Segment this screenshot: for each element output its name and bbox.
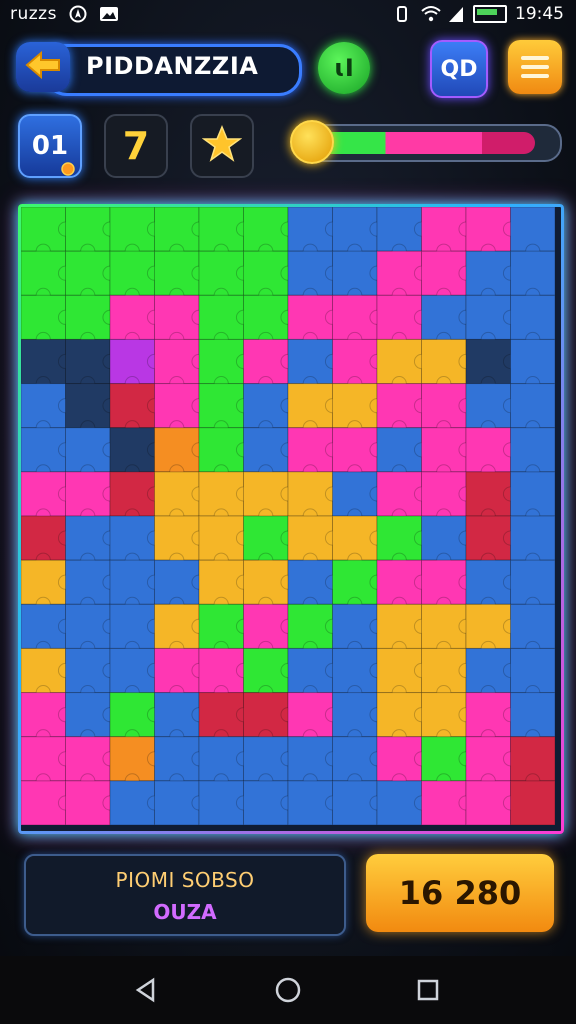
battery-icon xyxy=(473,5,507,23)
menu-icon-bar xyxy=(521,65,549,69)
signal-icon xyxy=(447,5,465,23)
vibrate-icon xyxy=(395,5,413,23)
menu-icon-bar xyxy=(521,74,549,78)
star-icon xyxy=(201,125,243,167)
puzzle-piece-icon xyxy=(60,154,76,184)
board-gloss xyxy=(21,207,555,825)
status-time: 19:45 xyxy=(515,4,564,24)
star-button[interactable] xyxy=(190,114,254,178)
moves-counter: 7 xyxy=(104,114,168,178)
moves-value: 7 xyxy=(122,124,150,168)
circle-home-icon xyxy=(275,977,301,1003)
info-line-1: PIOMI SOBSO xyxy=(115,868,255,892)
coin-icon xyxy=(290,120,334,164)
nav-back-button[interactable] xyxy=(130,974,162,1006)
view-mode-button-label: QD xyxy=(440,56,478,82)
page-title: PIDDANZZIA xyxy=(86,52,259,80)
pause-button-label: ɩI xyxy=(334,54,354,82)
puzzle-canvas[interactable] xyxy=(21,207,555,825)
info-panel: PIOMI SOBSO OUZA xyxy=(24,854,346,936)
menu-button[interactable] xyxy=(508,40,562,94)
status-right: 19:45 xyxy=(395,4,564,24)
nav-home-button[interactable] xyxy=(272,974,304,1006)
back-arrow-icon xyxy=(25,50,61,84)
triangle-back-icon xyxy=(135,977,155,1003)
view-mode-button[interactable]: QD xyxy=(430,40,488,98)
status-left: ruzzs xyxy=(10,4,118,24)
gallery-icon xyxy=(99,5,118,23)
nav-recents-button[interactable] xyxy=(412,974,444,1006)
puzzle-board[interactable] xyxy=(18,204,564,834)
pause-button[interactable]: ɩI xyxy=(318,42,370,94)
navigation-bar xyxy=(0,956,576,1024)
status-bar: ruzzs 19:45 xyxy=(0,0,576,28)
score-value: 16 280 xyxy=(398,874,522,912)
menu-icon-bar xyxy=(521,56,549,60)
score-button[interactable]: 16 280 xyxy=(366,854,554,932)
compass-icon xyxy=(69,5,87,23)
status-app-text: ruzzs xyxy=(10,4,57,24)
square-recents-icon xyxy=(417,979,439,1001)
info-line-2: OUZA xyxy=(153,900,217,924)
wifi-icon xyxy=(421,5,441,23)
level-badge[interactable]: 01 xyxy=(18,114,82,178)
back-button[interactable] xyxy=(16,42,70,92)
